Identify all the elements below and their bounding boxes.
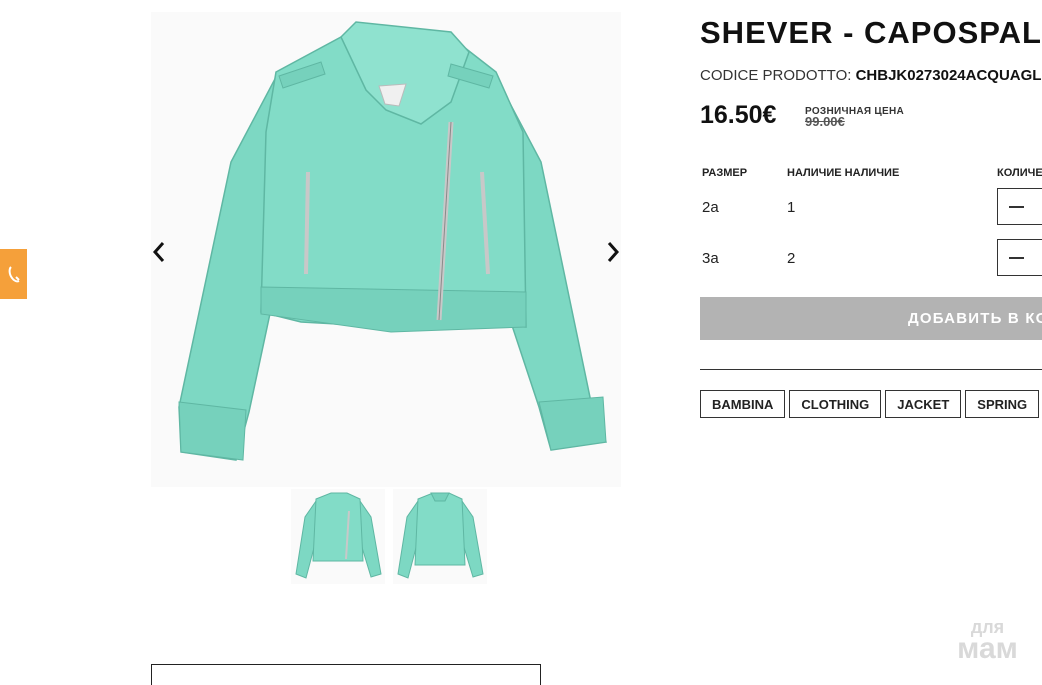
row-stock: 1 xyxy=(787,199,796,216)
row-stock: 2 xyxy=(787,250,796,267)
tag-clothing[interactable]: CLOTHING xyxy=(789,390,882,418)
tag-spring[interactable]: SPRING xyxy=(965,390,1040,418)
product-price: 16.50€ xyxy=(700,101,777,129)
quantity-stepper[interactable] xyxy=(997,188,1042,225)
phone-icon xyxy=(8,266,20,283)
divider xyxy=(700,369,1042,370)
add-to-cart-button[interactable]: ДОБАВИТЬ В КОРЗИНУ xyxy=(700,297,1042,340)
row-size: 3a xyxy=(702,250,719,267)
retail-price: 99.00€ xyxy=(805,114,845,129)
header-quantity: КОЛИЧЕСТВО xyxy=(997,167,1042,179)
minus-icon[interactable] xyxy=(1009,257,1024,259)
product-code-label: CODICE PRODOTTO: xyxy=(700,67,852,84)
watermark-line2: мам xyxy=(957,632,1018,665)
product-title: SHEVER - CAPOSPALLA xyxy=(700,15,1042,50)
product-info: SHEVER - CAPOSPALLA CODICE PRODOTTO: CHB… xyxy=(700,0,1042,678)
tag-bambina[interactable]: BAMBINA xyxy=(700,390,786,418)
chevron-left-icon xyxy=(152,242,165,262)
product-code-value: CHBJK0273024ACQUAGLOSS xyxy=(855,67,1042,84)
header-size: РАЗМЕР xyxy=(702,167,748,179)
minus-icon[interactable] xyxy=(1009,206,1024,208)
thumbnail-back[interactable] xyxy=(393,489,487,584)
product-code: CODICE PRODOTTO: CHBJK0273024ACQUAGLOSS xyxy=(700,67,1042,84)
row-size: 2a xyxy=(702,199,719,216)
gallery-next-button[interactable] xyxy=(598,237,628,267)
product-gallery xyxy=(151,12,621,487)
header-availability: НАЛИЧИЕ НАЛИЧИЕ xyxy=(787,167,900,179)
chevron-right-icon xyxy=(607,242,620,262)
quantity-stepper[interactable] xyxy=(997,239,1042,276)
tag-jacket[interactable]: JACKET xyxy=(885,390,962,418)
tag-list: BAMBINA CLOTHING JACKET SPRING xyxy=(700,390,1040,418)
thumbnail-strip xyxy=(291,489,487,584)
product-image[interactable] xyxy=(151,12,621,487)
lower-panel-box xyxy=(151,664,541,685)
watermark-logo: для мам xyxy=(945,618,1030,664)
gallery-prev-button[interactable] xyxy=(144,237,174,267)
thumbnail-front[interactable] xyxy=(291,489,385,584)
side-contact-tab[interactable] xyxy=(0,249,27,299)
